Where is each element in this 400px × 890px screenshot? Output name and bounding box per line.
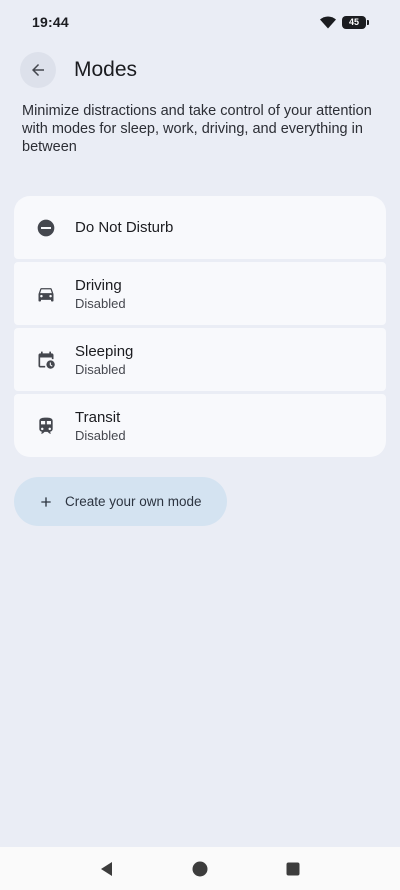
mode-status: Disabled bbox=[75, 295, 126, 311]
create-mode-button[interactable]: Create your own mode bbox=[14, 477, 227, 526]
train-icon bbox=[36, 416, 56, 436]
nav-back-button[interactable] bbox=[87, 849, 127, 889]
nav-home-button[interactable] bbox=[180, 849, 220, 889]
status-bar: 19:44 45 bbox=[0, 0, 400, 44]
mode-title: Driving bbox=[75, 276, 122, 294]
create-mode-label: Create your own mode bbox=[65, 494, 202, 509]
home-circle-icon bbox=[192, 861, 208, 876]
mode-status: Disabled bbox=[75, 427, 126, 443]
mode-item-transit[interactable]: Transit Disabled bbox=[14, 394, 386, 457]
mode-item-sleeping[interactable]: Sleeping Disabled bbox=[14, 328, 386, 391]
back-button[interactable] bbox=[20, 52, 56, 88]
page-description: Minimize distractions and take control o… bbox=[22, 103, 372, 155]
wifi-icon bbox=[320, 16, 336, 28]
nav-recents-button[interactable] bbox=[273, 849, 313, 889]
mode-title: Do Not Disturb bbox=[75, 219, 174, 236]
mode-title: Sleeping bbox=[75, 342, 134, 360]
do-not-disturb-icon bbox=[36, 218, 56, 238]
page-title: Modes bbox=[74, 58, 138, 81]
arrow-back-icon bbox=[32, 64, 44, 76]
recents-square-icon bbox=[286, 862, 300, 875]
mode-item-do-not-disturb[interactable]: Do Not Disturb bbox=[14, 196, 386, 259]
mode-title: Transit bbox=[75, 408, 121, 426]
back-triangle-icon bbox=[100, 861, 112, 876]
app-bar: Modes bbox=[20, 50, 380, 90]
calendar-clock-icon bbox=[36, 350, 56, 370]
mode-item-driving[interactable]: Driving Disabled bbox=[14, 262, 386, 325]
status-icons: 45 bbox=[320, 15, 369, 29]
status-time: 19:44 bbox=[32, 14, 69, 30]
modes-list: Do Not Disturb Driving Disabled Sleeping… bbox=[14, 196, 386, 457]
plus-icon bbox=[41, 496, 51, 507]
car-icon bbox=[36, 284, 56, 304]
mode-status: Disabled bbox=[75, 361, 126, 377]
battery-level: 45 bbox=[348, 17, 359, 27]
battery-icon: 45 bbox=[342, 15, 369, 29]
navigation-bar bbox=[0, 847, 400, 890]
